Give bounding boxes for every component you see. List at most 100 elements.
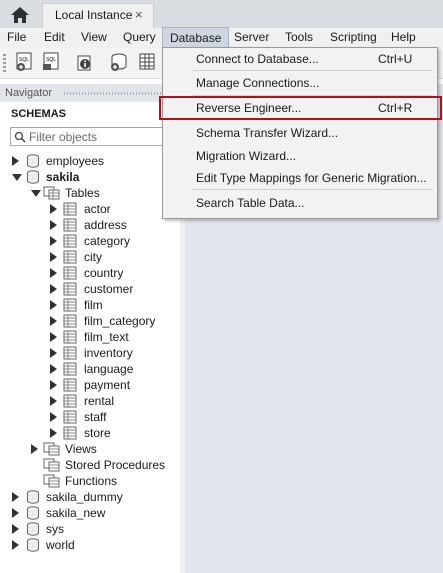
folder-tables[interactable]: Tables [31,185,171,201]
table-name: rental [84,394,115,408]
svg-text:SQL: SQL [46,57,56,63]
schema-sakila-new[interactable]: sakila_new [12,505,172,521]
search-icon [14,131,26,143]
menu-item-migration-wizard[interactable]: Migration Wizard... [163,146,437,166]
navigator-header: Navigator [0,84,180,102]
table-icon [63,346,77,360]
schema-sakila[interactable]: sakila [12,169,172,185]
database-icon [27,538,39,552]
menu-item-connect[interactable]: Connect to Database... Ctrl+U [163,49,437,69]
svg-text:SQL: SQL [19,57,29,63]
table-item[interactable]: rental [50,393,178,409]
database-icon [27,154,39,168]
table-icon [63,282,77,296]
table-name: film_category [84,314,156,328]
table-name: city [84,250,102,264]
schema-sys[interactable]: sys [12,521,172,537]
table-name: staff [84,410,107,424]
menu-file[interactable]: File [7,30,26,44]
menu-help[interactable]: Help [391,30,416,44]
table-name: payment [84,378,131,392]
menu-item-label: Migration Wizard... [196,149,297,163]
highlight-box [159,96,442,120]
table-icon [63,394,77,408]
table-name: film_text [84,330,129,344]
table-item[interactable]: city [50,249,178,265]
close-icon[interactable]: × [135,7,143,22]
table-item[interactable]: payment [50,377,178,393]
schema-name: world [46,538,75,552]
menu-item-label: Manage Connections... [196,76,320,90]
table-icon [63,330,77,344]
table-item[interactable]: customer [50,281,178,297]
menu-separator [193,189,433,190]
menu-item-shortcut: Ctrl+U [378,52,413,66]
tab-local-instance[interactable]: Local Instance × [42,3,154,28]
table-name: country [84,266,124,280]
schema-world[interactable]: world [12,537,172,553]
schema-name: sakila_dummy [46,490,123,504]
table-item[interactable]: store [50,425,178,441]
table-icon [63,266,77,280]
schema-employees[interactable]: employees [12,153,172,169]
database-icon [27,490,39,504]
toolbar-grip[interactable] [3,54,6,72]
menubar: File Edit View Query Database Server Too… [0,27,443,48]
menu-item-edit-type-mappings[interactable]: Edit Type Mappings for Generic Migration… [163,168,437,188]
table-icon [63,234,77,248]
table-icon [63,250,77,264]
schema-name: sys [46,522,64,536]
create-schema-icon[interactable] [109,52,129,72]
table-icon [63,202,77,216]
table-item[interactable]: address [50,217,178,233]
menu-database[interactable]: Database [162,27,230,48]
table-icon [63,362,77,376]
menu-server[interactable]: Server [234,30,269,44]
schema-sakila-dummy[interactable]: sakila_dummy [12,489,172,505]
table-name: store [84,426,111,440]
table-item[interactable]: film_text [50,329,178,345]
menu-scripting[interactable]: Scripting [330,30,377,44]
table-item[interactable]: staff [50,409,178,425]
menu-view[interactable]: View [81,30,107,44]
open-sql-script-icon[interactable]: SQL [41,52,61,72]
database-menu-dropdown: Connect to Database... Ctrl+U Manage Con… [162,47,438,219]
database-icon [27,170,39,184]
table-name: address [84,218,127,232]
menu-item-manage-connections[interactable]: Manage Connections... [163,73,437,93]
table-item[interactable]: language [50,361,178,377]
table-item[interactable]: category [50,233,178,249]
filter-input[interactable] [29,129,169,144]
table-name: actor [84,202,111,216]
table-name: customer [84,282,134,296]
info-icon[interactable] [75,52,95,72]
filter-box[interactable] [10,127,178,146]
menu-item-search-table-data[interactable]: Search Table Data... [163,193,437,213]
database-icon [27,506,39,520]
menu-tools[interactable]: Tools [285,30,313,44]
folder-label: Functions [65,474,118,488]
home-icon[interactable] [7,4,33,25]
table-icon [63,378,77,392]
tab-label: Local Instance [55,8,133,22]
menu-query[interactable]: Query [123,30,156,44]
table-item[interactable]: film [50,297,178,313]
menu-item-label: Connect to Database... [196,52,319,66]
database-icon [27,522,39,536]
table-item[interactable]: actor [50,201,178,217]
folder-label: Views [65,442,97,456]
folder-functions[interactable]: Functions [31,473,171,489]
folder-stored-procedures[interactable]: Stored Procedures [31,457,171,473]
menu-edit[interactable]: Edit [44,30,65,44]
folder-views[interactable]: Views [31,441,171,457]
menu-item-schema-transfer[interactable]: Schema Transfer Wizard... [163,123,437,143]
new-sql-tab-icon[interactable]: SQL [15,52,35,72]
table-name: inventory [84,346,133,360]
navigator-grip [64,92,176,95]
table-item[interactable]: film_category [50,313,178,329]
table-icon [63,410,77,424]
create-table-icon[interactable] [137,52,157,72]
folder-label: Tables [65,186,100,200]
table-item[interactable]: inventory [50,345,178,361]
table-item[interactable]: country [50,265,178,281]
